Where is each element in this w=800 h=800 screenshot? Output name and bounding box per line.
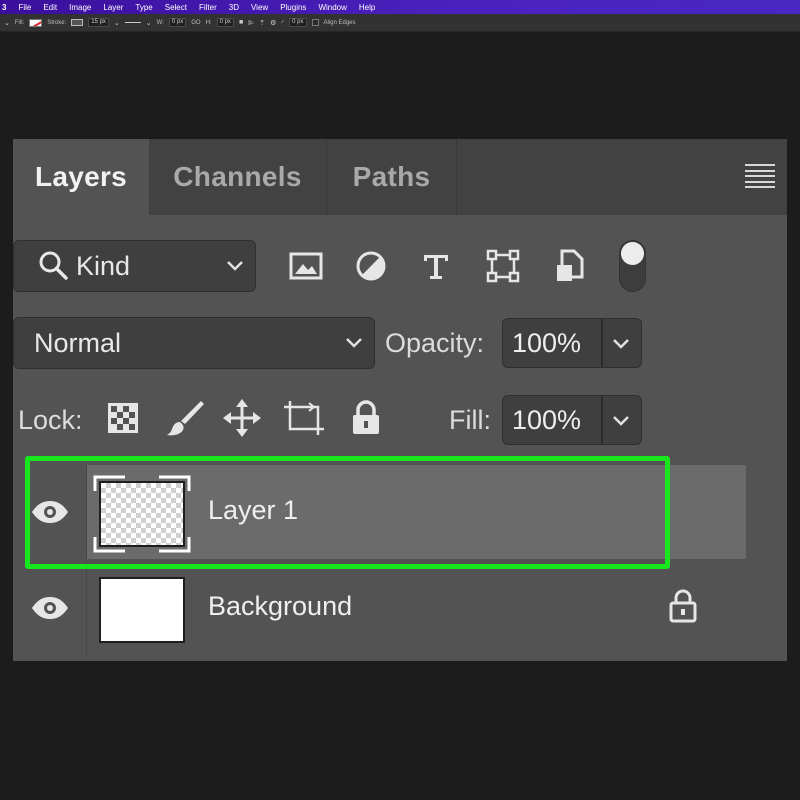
height-input[interactable]: 0 px — [216, 18, 234, 27]
menu-filter[interactable]: Filter — [193, 3, 223, 12]
panel-menu-icon[interactable] — [745, 164, 775, 188]
fill-swatch[interactable] — [29, 18, 43, 27]
menu-file[interactable]: File — [12, 3, 37, 12]
corner-radius-input[interactable]: 0 px — [289, 18, 307, 27]
lock-label: Lock: — [18, 405, 83, 435]
shape-filter-icon[interactable] — [483, 246, 523, 286]
menu-image[interactable]: Image — [63, 3, 97, 12]
app-mark: 3 — [2, 2, 7, 12]
lock-transparent-pixels-icon[interactable] — [101, 396, 145, 440]
opacity-field[interactable]: 100% — [502, 318, 642, 368]
path-alignment-icon[interactable]: ⊫ — [248, 19, 254, 27]
tab-paths[interactable]: Paths — [327, 139, 457, 215]
fill-value[interactable]: 100% — [512, 405, 581, 436]
layer-thumbnail[interactable] — [99, 481, 185, 547]
filter-kind-label: Kind — [76, 250, 131, 281]
tab-layers[interactable]: Layers — [13, 139, 149, 215]
stroke-type-chevron-icon[interactable]: ⌄ — [146, 19, 152, 27]
layer-name[interactable]: Layer 1 — [208, 495, 298, 526]
stroke-label: Stroke: — [47, 19, 67, 26]
tab-channels[interactable]: Channels — [149, 139, 327, 215]
menu-plugins[interactable]: Plugins — [274, 3, 312, 12]
layer-row-background[interactable]: Background — [13, 561, 746, 655]
panel-scroll-gutter — [746, 461, 787, 661]
menu-select[interactable]: Select — [159, 3, 193, 12]
menu-type[interactable]: Type — [129, 3, 158, 12]
layers-panel: Layers Channels Paths Kind Normal Opacit… — [13, 139, 787, 661]
blend-mode-value: Normal — [34, 327, 122, 358]
type-filter-icon[interactable] — [416, 246, 456, 286]
gear-icon[interactable]: ⚙ — [270, 19, 276, 27]
lock-image-pixels-icon[interactable] — [163, 396, 207, 440]
layer-list: Layer 1 Background — [13, 461, 746, 657]
w-label: W: — [156, 19, 164, 26]
fill-field[interactable]: 100% — [502, 395, 642, 445]
eye-icon — [31, 501, 68, 523]
filter-toggle-switch[interactable] — [619, 240, 646, 292]
menu-3d[interactable]: 3D — [223, 3, 245, 12]
stroke-width-chevron-icon[interactable]: ⌄ — [114, 19, 120, 27]
stroke-width-input[interactable]: 15 px — [88, 18, 109, 27]
width-input[interactable]: 0 px — [168, 18, 187, 27]
menu-edit[interactable]: Edit — [37, 3, 63, 12]
opacity-label: Opacity: — [385, 328, 485, 358]
panel-tab-bar: Layers Channels Paths — [13, 139, 787, 215]
toggle-knob — [621, 242, 644, 265]
opacity-value[interactable]: 100% — [512, 328, 581, 359]
chevron-down-icon — [227, 261, 243, 271]
align-edges-checkbox[interactable] — [311, 19, 319, 26]
menu-help[interactable]: Help — [353, 3, 381, 12]
chevron-down-icon[interactable] — [609, 408, 633, 432]
layer-name[interactable]: Background — [208, 591, 352, 622]
fill-label: Fill: — [449, 405, 491, 435]
h-label: H: — [205, 19, 212, 26]
blend-mode-select[interactable]: Normal — [13, 317, 375, 369]
eye-icon — [31, 597, 68, 619]
chevron-down-icon — [346, 338, 362, 348]
menu-layer[interactable]: Layer — [97, 3, 129, 12]
path-operations-icon[interactable]: ■ — [239, 19, 243, 26]
menu-bar: 3 File Edit Image Layer Type Select Filt… — [0, 0, 800, 14]
options-bar: ⌄ Fill: Stroke: 15 px ⌄ ⌄ W: 0 px GO H: … — [0, 14, 800, 32]
layer-thumbnail[interactable] — [99, 577, 185, 643]
menu-view[interactable]: View — [245, 3, 274, 12]
visibility-toggle[interactable] — [13, 465, 87, 559]
path-arrangement-icon[interactable]: ⇡ — [259, 19, 265, 27]
smart-object-filter-icon[interactable] — [550, 246, 590, 286]
image-filter-icon[interactable] — [286, 246, 326, 286]
stroke-type-line[interactable] — [124, 21, 141, 24]
lock-artboard-icon[interactable] — [282, 396, 326, 440]
adjustment-filter-icon[interactable] — [351, 246, 391, 286]
layer-row-layer-1[interactable]: Layer 1 — [13, 465, 746, 559]
filter-kind-select[interactable]: Kind — [13, 240, 256, 292]
menu-window[interactable]: Window — [312, 3, 352, 12]
link-dimensions-icon[interactable]: GO — [191, 20, 200, 26]
stroke-swatch[interactable] — [71, 19, 84, 26]
visibility-toggle[interactable] — [13, 561, 87, 655]
fill-label: Fill: — [14, 19, 25, 26]
lock-position-icon[interactable] — [220, 396, 264, 440]
tool-preset-chevron-icon[interactable]: ⌄ — [4, 19, 10, 27]
lock-all-icon[interactable] — [344, 396, 388, 440]
search-icon — [39, 251, 68, 280]
align-edges-label: Align Edges — [323, 19, 356, 26]
lock-icon[interactable] — [668, 589, 698, 623]
chevron-down-icon[interactable] — [609, 331, 633, 355]
corner-radius-icon: ◜ — [281, 19, 285, 27]
